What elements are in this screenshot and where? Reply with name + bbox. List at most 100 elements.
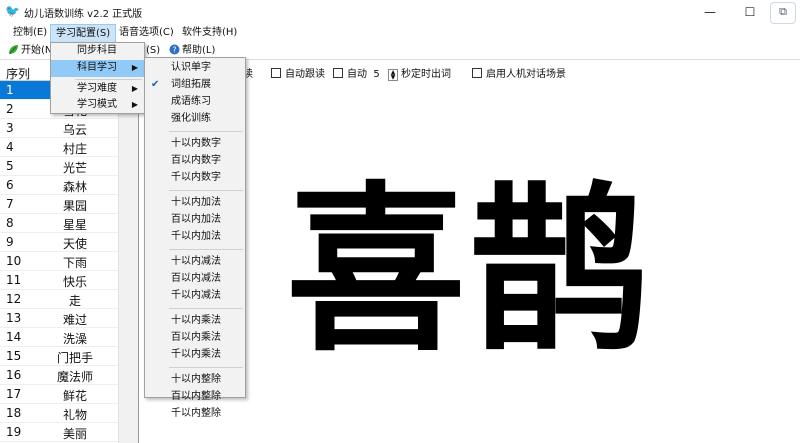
- submenu-item[interactable]: 千以内数字: [145, 170, 245, 187]
- submenu-item[interactable]: ✔ 词组拓展: [145, 77, 245, 94]
- submenu-item-label: 成语练习: [171, 96, 211, 107]
- submenu-arrow-icon: ▶: [131, 63, 138, 72]
- submenu-item[interactable]: 十以内加法: [145, 195, 245, 212]
- submenu-item-label: 强化训练: [171, 113, 211, 124]
- list-row[interactable]: 14 洗澡: [0, 328, 119, 347]
- submenu-item-label: 千以内加法: [171, 231, 221, 242]
- submenu-item-label: 百以内乘法: [171, 332, 221, 343]
- submenu-item-label: 十以内整除: [171, 374, 221, 385]
- submenu-item[interactable]: 百以内加法: [145, 212, 245, 229]
- submenu-item-label: 千以内整除: [171, 408, 221, 419]
- submenu-item[interactable]: 强化训练: [145, 111, 245, 128]
- submenu-item[interactable]: 认识单字: [145, 60, 245, 77]
- row-index: 14: [6, 330, 22, 344]
- submenu-item[interactable]: 十以内数字: [145, 136, 245, 153]
- menu-study-config[interactable]: 学习配置(S): [50, 24, 117, 43]
- submenu-item[interactable]: 千以内整除: [145, 406, 245, 423]
- row-index: 8: [6, 216, 14, 230]
- list-row[interactable]: 8 星星: [0, 214, 119, 233]
- start-button[interactable]: 开始(N: [8, 44, 52, 59]
- minimize-button[interactable]: —: [690, 0, 730, 24]
- submenu-item[interactable]: 成语练习: [145, 94, 245, 111]
- list-scrollbar[interactable]: [118, 61, 138, 443]
- row-word: 下雨: [62, 256, 87, 270]
- list-row[interactable]: 19 美丽: [0, 423, 119, 442]
- menu-bar: 控制(E) 学习配置(S) 语音选项(C) 软件支持(H): [0, 24, 800, 43]
- row-index: 5: [6, 159, 14, 173]
- row-index: 10: [6, 254, 22, 268]
- row-index: 15: [6, 349, 22, 363]
- submenu-item-label: 十以内乘法: [171, 315, 221, 326]
- row-word: 走: [68, 294, 81, 308]
- list-row[interactable]: 6 森林: [0, 176, 119, 195]
- menu-item-study-mode[interactable]: 学习模式 ▶: [51, 97, 144, 114]
- row-index: 3: [6, 121, 14, 135]
- auto-checkbox[interactable]: 自动 5: [333, 66, 380, 84]
- auto-seconds-value: 5: [373, 69, 380, 80]
- list-row[interactable]: 9 天使: [0, 233, 119, 252]
- submenu-item[interactable]: 百以内减法: [145, 271, 245, 288]
- row-index: 16: [6, 368, 22, 382]
- submenu-item[interactable]: 十以内整除: [145, 372, 245, 389]
- submenu-item[interactable]: 百以内整除: [145, 389, 245, 406]
- restore-icon[interactable]: ⧉: [770, 2, 796, 24]
- row-index: 19: [6, 425, 22, 439]
- list-row[interactable]: 16 魔法师: [0, 366, 119, 385]
- submenu-arrow-icon: ▶: [131, 100, 138, 109]
- list-row[interactable]: 13 难过: [0, 309, 119, 328]
- list-header-index: 序列: [6, 67, 31, 81]
- list-row[interactable]: 3 乌云: [0, 119, 119, 138]
- menu-voice-options[interactable]: 语音选项(C): [114, 24, 179, 43]
- row-index: 11: [6, 273, 22, 287]
- menu-item-subject-study[interactable]: 科目学习 ▶: [51, 60, 144, 77]
- row-word: 鲜花: [62, 389, 87, 403]
- row-index: 9: [6, 235, 14, 249]
- submenu-item[interactable]: 百以内数字: [145, 153, 245, 170]
- submenu-item[interactable]: 十以内减法: [145, 254, 245, 271]
- list-row[interactable]: 18 礼物: [0, 404, 119, 423]
- list-row[interactable]: 11 快乐: [0, 271, 119, 290]
- timed-words-stepper[interactable]: ▲ ▼ 秒定时出词: [388, 66, 451, 84]
- green-leaf-icon: [8, 44, 19, 55]
- list-row[interactable]: 4 村庄: [0, 138, 119, 157]
- submenu-item-label: 千以内数字: [171, 172, 221, 183]
- list-row[interactable]: 7 果园: [0, 195, 119, 214]
- auto-follow-checkbox[interactable]: 自动跟读: [271, 66, 325, 84]
- submenu-item-label: 百以内减法: [171, 273, 221, 284]
- submenu-item[interactable]: 千以内减法: [145, 288, 245, 305]
- ai-dialog-checkbox[interactable]: 启用人机对话场景: [472, 66, 566, 84]
- row-word: 门把手: [56, 351, 93, 365]
- word-list-panel[interactable]: 序列 12雪花3乌云4村庄5光芒6森林7果园8星星9天使10下雨11快乐12走1…: [0, 61, 139, 443]
- row-index: 13: [6, 311, 22, 325]
- submenu-item-label: 十以内加法: [171, 197, 221, 208]
- row-index: 7: [6, 197, 14, 211]
- submenu-item[interactable]: 千以内乘法: [145, 347, 245, 364]
- submenu-item[interactable]: 千以内加法: [145, 229, 245, 246]
- title-bar: 🐦 幼儿语数训练 v2.2 正式版 — ☐ ⧉: [0, 0, 800, 24]
- list-row[interactable]: 17 鲜花: [0, 385, 119, 404]
- row-index: 4: [6, 140, 14, 154]
- menu-separator: [169, 190, 243, 191]
- submenu-item-label: 千以内减法: [171, 290, 221, 301]
- menu-item-difficulty[interactable]: 学习难度 ▶: [51, 81, 144, 98]
- row-word: 礼物: [62, 408, 87, 422]
- list-row[interactable]: 12 走: [0, 290, 119, 309]
- stepper-icon: ▲ ▼: [388, 69, 398, 81]
- row-index: 1: [6, 83, 14, 97]
- row-word: 果园: [62, 199, 87, 213]
- timed-words-label: 秒定时出词: [401, 69, 451, 80]
- submenu-item[interactable]: 百以内乘法: [145, 330, 245, 347]
- submenu-item[interactable]: 十以内乘法: [145, 313, 245, 330]
- submenu-item-label: 千以内乘法: [171, 349, 221, 360]
- row-index: 17: [6, 387, 22, 401]
- menu-software-support[interactable]: 软件支持(H): [177, 24, 242, 43]
- row-word: 乌云: [62, 123, 87, 137]
- menu-item-sync-subject[interactable]: 同步科目: [51, 43, 144, 60]
- list-row[interactable]: 15 门把手: [0, 347, 119, 366]
- maximize-button[interactable]: ☐: [730, 0, 770, 24]
- list-row[interactable]: 5 光芒: [0, 157, 119, 176]
- list-row[interactable]: 10 下雨: [0, 252, 119, 271]
- submenu-item-label: 百以内加法: [171, 214, 221, 225]
- row-index: 6: [6, 178, 14, 192]
- menu-control[interactable]: 控制(E): [8, 24, 52, 43]
